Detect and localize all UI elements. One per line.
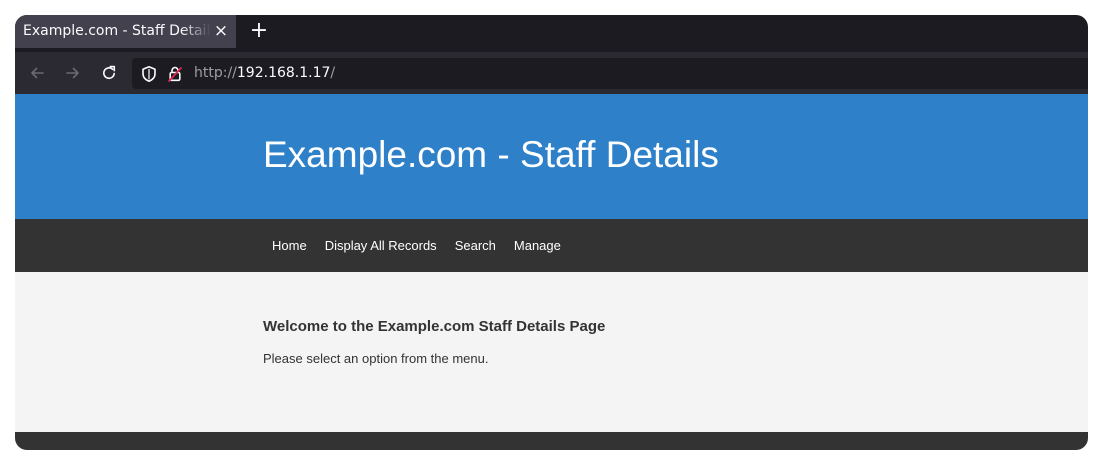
page-viewport: Example.com - Staff Details Home Display… — [15, 94, 1088, 450]
back-icon[interactable] — [26, 62, 48, 84]
tab-close-icon[interactable]: × — [213, 20, 229, 42]
reload-icon[interactable] — [98, 62, 120, 84]
tab-title: Example.com - Staff Details — [23, 23, 211, 39]
nav-link-display-all-records[interactable]: Display All Records — [316, 219, 446, 272]
site-nav: Home Display All Records Search Manage — [15, 219, 1088, 272]
site-footer — [15, 432, 1088, 450]
nav-link-home[interactable]: Home — [263, 219, 316, 272]
browser-window: Example.com - Staff Details × + http://1… — [15, 15, 1088, 450]
url-path: / — [330, 65, 336, 81]
nav-link-search[interactable]: Search — [446, 219, 505, 272]
url-host: 192.168.1.17 — [236, 65, 331, 81]
page-title: Example.com - Staff Details — [263, 134, 719, 175]
new-tab-button[interactable]: + — [248, 20, 270, 42]
url-text[interactable]: http://192.168.1.17/ — [194, 65, 335, 81]
navigation-toolbar: http://192.168.1.17/ — [15, 52, 1088, 94]
nav-link-manage[interactable]: Manage — [505, 219, 570, 272]
insecure-lock-icon[interactable] — [166, 65, 184, 83]
site-header: Example.com - Staff Details — [15, 94, 1088, 219]
tab-strip: Example.com - Staff Details × + — [15, 15, 1088, 52]
forward-icon[interactable] — [62, 62, 84, 84]
main-content: Welcome to the Example.com Staff Details… — [15, 272, 1088, 432]
shield-icon[interactable] — [140, 65, 158, 83]
url-bar[interactable]: http://192.168.1.17/ — [132, 58, 1088, 89]
welcome-text: Please select an option from the menu. — [263, 351, 489, 366]
browser-tab[interactable]: Example.com - Staff Details × — [15, 15, 236, 48]
welcome-heading: Welcome to the Example.com Staff Details… — [263, 318, 606, 335]
url-scheme: http:// — [194, 65, 237, 81]
